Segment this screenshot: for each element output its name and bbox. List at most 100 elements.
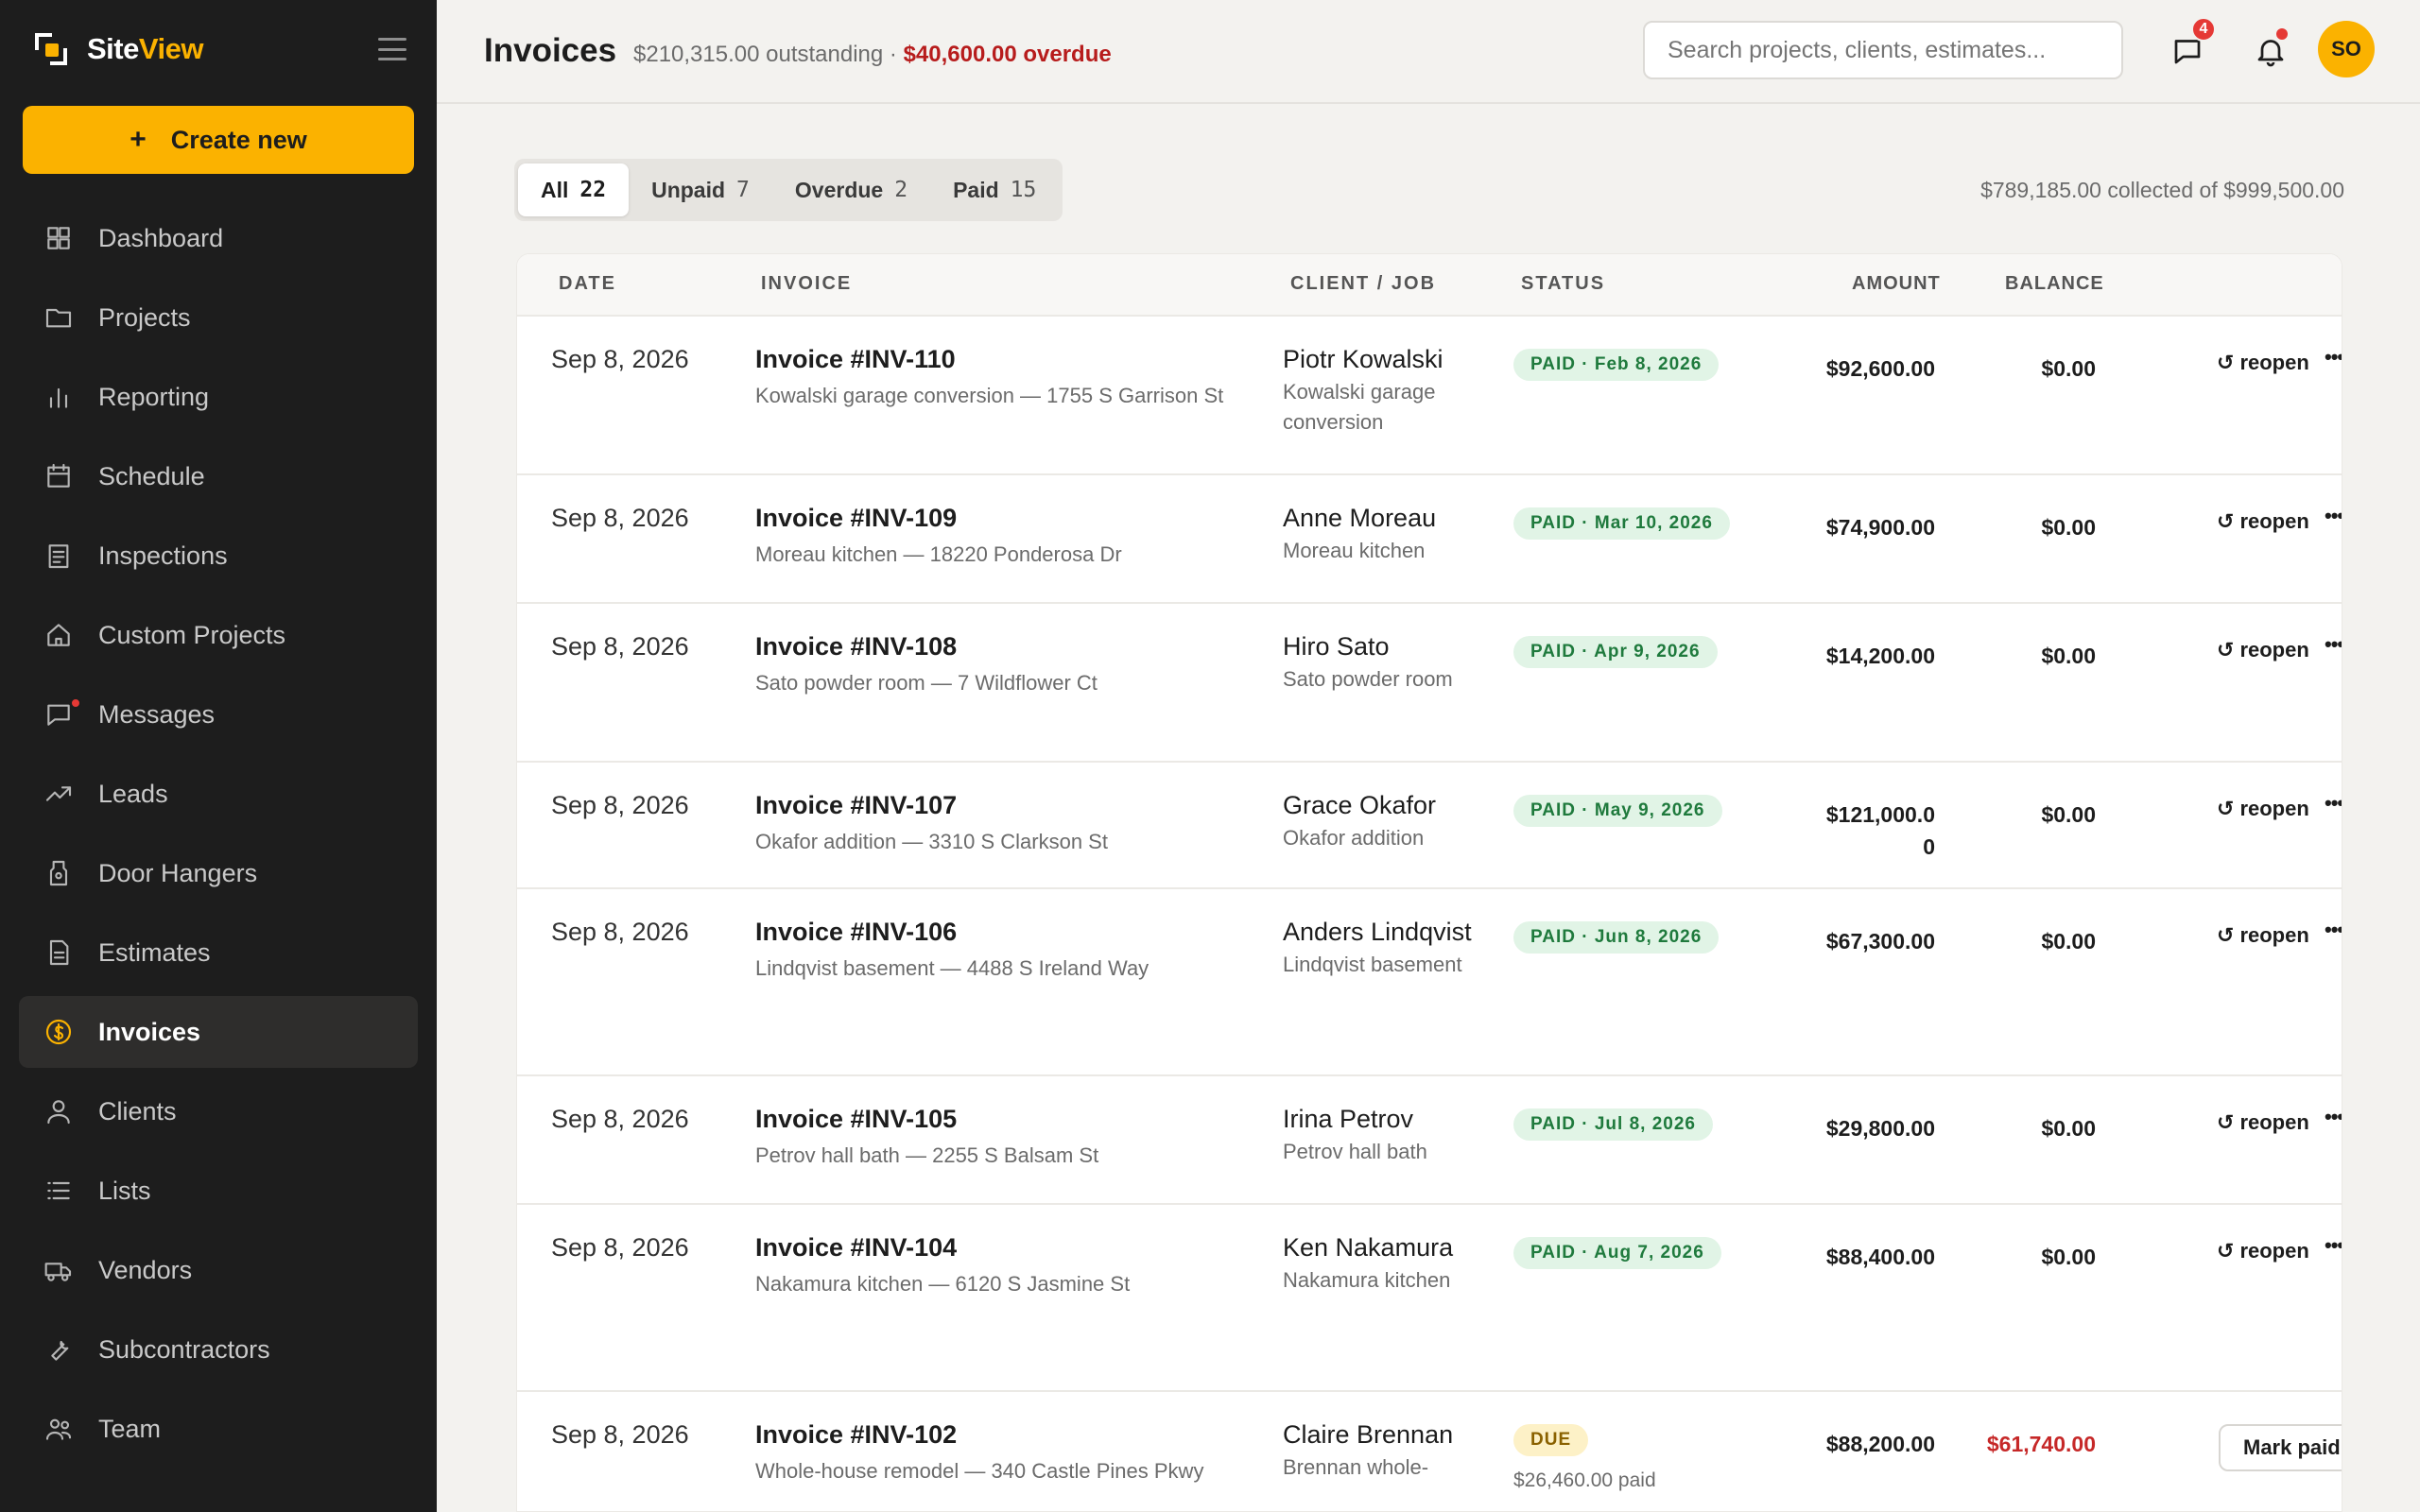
more-options-icon[interactable]: ••• — [2325, 791, 2342, 816]
more-options-icon[interactable]: ••• — [2325, 1233, 2342, 1258]
sidebar-item-label: Inspections — [98, 541, 228, 570]
invoice-title[interactable]: Invoice #INV-108 — [755, 632, 1247, 662]
invoice-title[interactable]: Invoice #INV-107 — [755, 791, 1247, 820]
more-options-icon[interactable]: ••• — [2325, 632, 2342, 657]
client-name[interactable]: Ken Nakamura — [1283, 1233, 1472, 1262]
status-badge: PAID · Feb 8, 2026 — [1513, 349, 1720, 381]
invoice-title[interactable]: Invoice #INV-104 — [755, 1233, 1247, 1263]
column-date[interactable]: DATE — [559, 273, 616, 295]
invoice-cell: Invoice #INV-108 Sato powder room — 7 Wil… — [755, 632, 1247, 696]
tab-all[interactable]: All 22 — [518, 163, 630, 216]
invoice-subtitle: Nakamura kitchen — 6120 S Jasmine St — [755, 1272, 1131, 1296]
column-amount[interactable]: AMOUNT — [1852, 273, 1941, 295]
invoice-title[interactable]: Invoice #INV-106 — [755, 918, 1247, 947]
more-options-icon[interactable]: ••• — [2325, 918, 2342, 942]
reopen-button[interactable]: ↺ reopen — [2217, 797, 2309, 821]
client-name[interactable]: Grace Okafor — [1283, 791, 1472, 819]
client-name[interactable]: Hiro Sato — [1283, 632, 1472, 661]
column-balance[interactable]: BALANCE — [2005, 273, 2104, 295]
messages-button[interactable]: 4 — [2167, 17, 2216, 72]
table-row[interactable]: Sep 8, 2026 Invoice #INV-105 Petrov hall b… — [517, 1076, 2342, 1205]
client-name[interactable]: Claire Brennan — [1283, 1420, 1472, 1449]
table-row[interactable]: Sep 8, 2026 Invoice #INV-106 Lindqvist bas… — [517, 889, 2342, 1076]
reopen-button[interactable]: ↺ reopen — [2217, 923, 2309, 948]
tab-paid[interactable]: Paid 15 — [930, 163, 1059, 216]
invoice-amount: $14,200.00 — [1825, 644, 1935, 668]
client-cell: Anne Moreau Moreau kitchen — [1283, 504, 1472, 566]
invoice-title[interactable]: Invoice #INV-110 — [755, 345, 1247, 374]
job-name: Sato powder room — [1283, 667, 1453, 691]
table-row[interactable]: Sep 8, 2026 Invoice #INV-102 Whole-house r… — [517, 1392, 2342, 1511]
brand[interactable]: SiteView — [32, 28, 203, 70]
status-cell: PAID · Jul 8, 2026 — [1513, 1108, 1713, 1141]
menu-toggle-icon[interactable] — [378, 38, 406, 60]
tag-icon — [43, 858, 74, 888]
status-badge: PAID · Jul 8, 2026 — [1513, 1108, 1713, 1141]
sidebar-item-schedule[interactable]: Schedule — [19, 440, 418, 512]
sidebar-item-vendors[interactable]: Vendors — [19, 1234, 418, 1306]
reopen-button[interactable]: ↺ reopen — [2217, 1110, 2309, 1135]
sidebar-item-reporting[interactable]: Reporting — [19, 361, 418, 433]
table-row[interactable]: Sep 8, 2026 Invoice #INV-110 Kowalski gara… — [517, 317, 2342, 475]
invoice-amount: $67,300.00 — [1825, 929, 1935, 954]
client-name[interactable]: Piotr Kowalski — [1283, 345, 1472, 373]
table-row[interactable]: Sep 8, 2026 Invoice #INV-109 Moreau kitche… — [517, 475, 2342, 604]
sidebar-item-clients[interactable]: Clients — [19, 1075, 418, 1147]
status-cell: PAID · Feb 8, 2026 — [1513, 349, 1720, 381]
tab-unpaid[interactable]: Unpaid 7 — [629, 163, 772, 216]
status-badge: PAID · May 9, 2026 — [1513, 795, 1722, 827]
column-client-job[interactable]: CLIENT / JOB — [1290, 273, 1436, 295]
client-name[interactable]: Anne Moreau — [1283, 504, 1472, 532]
sidebar-item-leads[interactable]: Leads — [19, 758, 418, 830]
notifications-button[interactable] — [2250, 28, 2291, 72]
mark-paid-button[interactable]: Mark paid — [2219, 1424, 2342, 1471]
reopen-button[interactable]: ↺ reopen — [2217, 638, 2309, 662]
sidebar-item-subcontractors[interactable]: Subcontractors — [19, 1314, 418, 1385]
invoice-cell: Invoice #INV-107 Okafor addition — 3310 S… — [755, 791, 1247, 854]
sidebar-item-estimates[interactable]: Estimates — [19, 917, 418, 988]
more-options-icon[interactable]: ••• — [2325, 345, 2342, 369]
reopen-button[interactable]: ↺ reopen — [2217, 351, 2309, 375]
reopen-button[interactable]: ↺ reopen — [2217, 509, 2309, 534]
invoice-balance: $0.00 — [2041, 929, 2096, 954]
more-options-icon[interactable]: ••• — [2325, 1105, 2342, 1129]
invoice-title[interactable]: Invoice #INV-109 — [755, 504, 1247, 533]
job-name: Moreau kitchen — [1283, 539, 1426, 562]
top-bar: Invoices $210,315.00 outstanding · $40,6… — [437, 0, 2420, 104]
tab-overdue[interactable]: Overdue 2 — [772, 163, 930, 216]
client-name[interactable]: Irina Petrov — [1283, 1105, 1472, 1133]
invoice-title[interactable]: Invoice #INV-105 — [755, 1105, 1247, 1134]
sidebar-item-invoices[interactable]: Invoices — [19, 996, 418, 1068]
sidebar-item-lists[interactable]: Lists — [19, 1155, 418, 1227]
client-name[interactable]: Anders Lindqvist — [1283, 918, 1472, 946]
table-row[interactable]: Sep 8, 2026 Invoice #INV-108 Sato powder r… — [517, 604, 2342, 763]
plus-icon: + — [130, 124, 147, 155]
client-cell: Ken Nakamura Nakamura kitchen — [1283, 1233, 1472, 1296]
search-input[interactable] — [1643, 21, 2123, 79]
sidebar-item-door-hangers[interactable]: Door Hangers — [19, 837, 418, 909]
column-status[interactable]: STATUS — [1521, 273, 1605, 295]
sidebar-item-custom-projects[interactable]: Custom Projects — [19, 599, 418, 671]
sidebar-item-inspections[interactable]: Inspections — [19, 520, 418, 592]
invoice-title[interactable]: Invoice #INV-102 — [755, 1420, 1247, 1450]
tab-label: All — [541, 177, 569, 202]
sidebar-item-label: Custom Projects — [98, 620, 286, 649]
sidebar-item-label: Dashboard — [98, 223, 224, 252]
table-header: DATE INVOICE CLIENT / JOB STATUS AMOUNT … — [517, 254, 2342, 317]
invoice-date: Sep 8, 2026 — [551, 504, 689, 532]
user-avatar[interactable]: SO — [2318, 21, 2375, 77]
sidebar-item-projects[interactable]: Projects — [19, 282, 418, 353]
sidebar-item-dashboard[interactable]: Dashboard — [19, 202, 418, 274]
status-cell: PAID · May 9, 2026 — [1513, 795, 1722, 827]
table-row[interactable]: Sep 8, 2026 Invoice #INV-104 Nakamura kitc… — [517, 1205, 2342, 1392]
create-new-button[interactable]: + Create new — [23, 106, 414, 174]
dashboard-icon — [43, 223, 74, 253]
reopen-button[interactable]: ↺ reopen — [2217, 1239, 2309, 1263]
siteview-logo-icon — [32, 30, 70, 68]
table-row[interactable]: Sep 8, 2026 Invoice #INV-107 Okafor additi… — [517, 763, 2342, 889]
column-invoice[interactable]: INVOICE — [761, 273, 852, 295]
sidebar-item-messages[interactable]: Messages — [19, 679, 418, 750]
job-name: Nakamura kitchen — [1283, 1268, 1451, 1292]
sidebar-item-team[interactable]: Team — [19, 1393, 418, 1465]
more-options-icon[interactable]: ••• — [2325, 504, 2342, 528]
